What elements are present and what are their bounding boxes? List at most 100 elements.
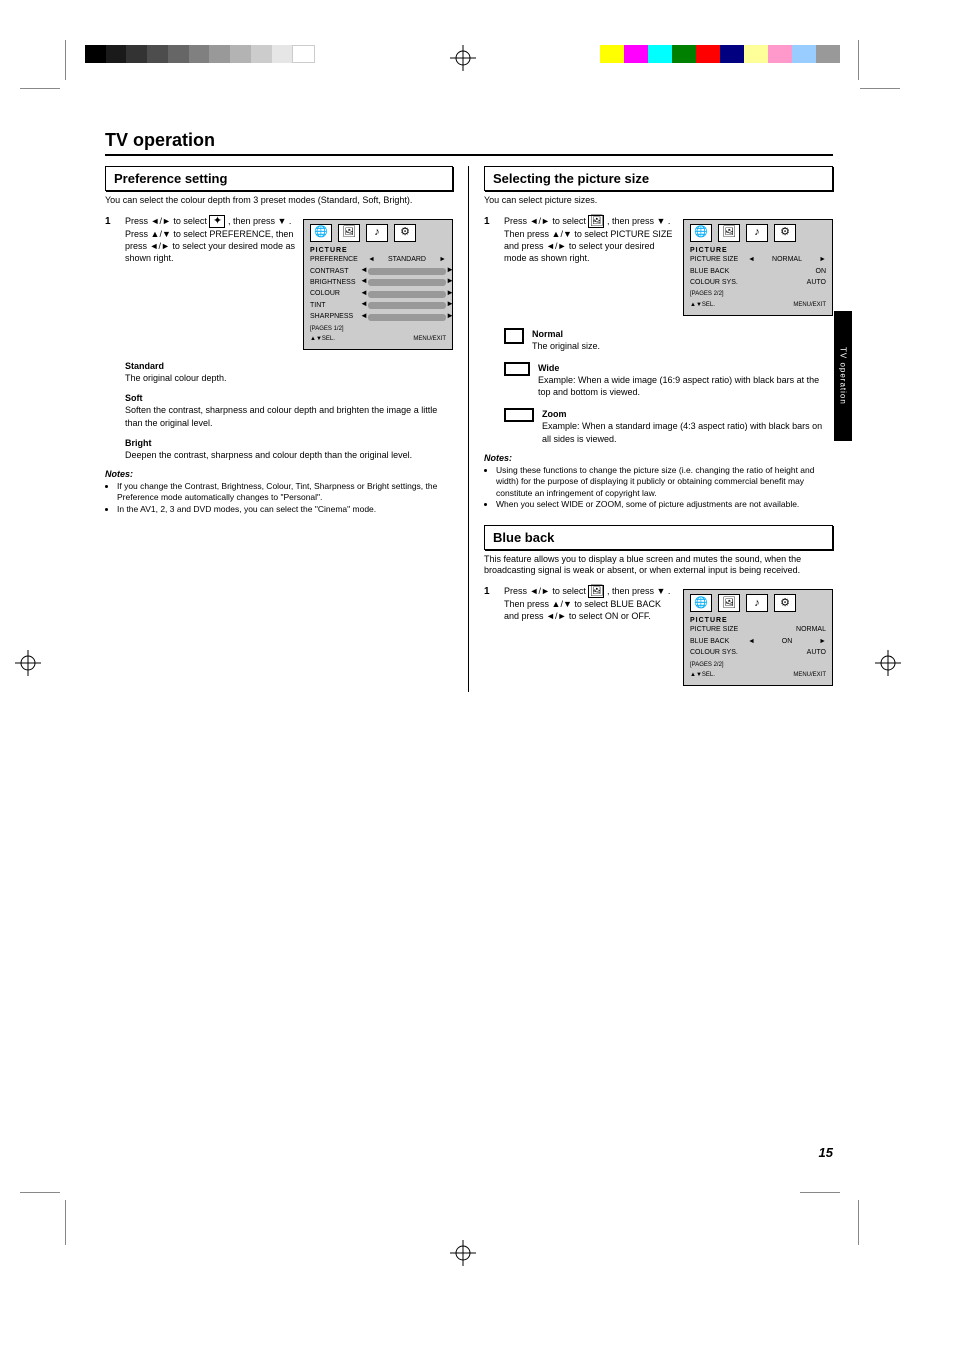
crop-mark xyxy=(20,88,60,89)
notes-list: Using these functions to change the pict… xyxy=(484,465,833,511)
picture-icon: 🖼 xyxy=(718,594,740,612)
left-arrow-icon: ◄ xyxy=(530,216,539,226)
registration-mark-icon xyxy=(450,45,476,71)
notes-list: If you change the Contrast, Brightness, … xyxy=(105,481,453,515)
step-1-blue-back: 1 Press ◄/► to select 🖼 , then press ▼ .… xyxy=(484,585,833,686)
down-arrow-icon: ▼ xyxy=(563,229,572,239)
intro-text: This feature allows you to display a blu… xyxy=(484,554,833,577)
setup-icon: ⚙ xyxy=(774,594,796,612)
osd-pages: [PAGES 1/2] xyxy=(310,325,446,333)
notes-heading: Notes: xyxy=(484,453,833,463)
crop-mark xyxy=(800,1192,840,1193)
aspect-zoom-icon xyxy=(504,408,534,422)
section-heading-blue-back: Blue back xyxy=(484,525,833,550)
crop-mark xyxy=(20,1192,60,1193)
sound-icon: ♪ xyxy=(746,224,768,242)
mode-desc: Soften the contrast, sharpness and colou… xyxy=(125,405,437,427)
note-item: If you change the Contrast, Brightness, … xyxy=(117,481,453,504)
right-arrow-icon: ► xyxy=(557,611,566,621)
crop-mark xyxy=(858,1200,859,1245)
step-body: Press ◄/► to select 🖼 , then press ▼ . T… xyxy=(504,585,833,686)
step-body: Press ◄/► to select 🖼 , then press ▼ . T… xyxy=(504,215,833,445)
crop-mark xyxy=(65,1200,66,1245)
mode-label: Soft xyxy=(125,393,143,403)
setup-icon: ⚙ xyxy=(774,224,796,242)
crop-mark xyxy=(858,40,859,80)
page-title: TV operation xyxy=(105,130,833,156)
osd-title: PICTURE xyxy=(310,246,446,255)
preference-menu-icon: ✦ xyxy=(209,215,225,228)
notes-heading: Notes: xyxy=(105,469,453,479)
osd-pages: [PAGES 2/2] xyxy=(690,661,826,669)
down-arrow-icon: ▼ xyxy=(277,216,286,226)
down-arrow-icon: ▼ xyxy=(656,586,665,596)
left-arrow-icon: ◄ xyxy=(151,216,160,226)
picture-icon: 🖼 xyxy=(338,224,360,242)
registration-mark-icon xyxy=(875,650,901,676)
aspect-normal-icon xyxy=(504,328,524,344)
content-area: TV operation TV operation Preference set… xyxy=(105,130,833,692)
globe-icon: 🌐 xyxy=(690,594,712,612)
right-arrow-icon: ► xyxy=(541,216,550,226)
down-arrow-icon: ▼ xyxy=(162,229,171,239)
left-arrow-icon: ◄ xyxy=(530,586,539,596)
left-arrow-icon: ◄ xyxy=(546,241,555,251)
intro-text: You can select the colour depth from 3 p… xyxy=(105,195,453,207)
mode-label: Normal xyxy=(532,329,563,339)
sound-icon: ♪ xyxy=(366,224,388,242)
left-arrow-icon: ◄ xyxy=(150,241,159,251)
intro-text: You can select picture sizes. xyxy=(484,195,833,207)
side-tab: TV operation xyxy=(834,311,852,441)
mode-label: Bright xyxy=(125,438,152,448)
step-1: 1 Press ◄/► to select 🖼 , then press ▼ .… xyxy=(484,215,833,445)
down-arrow-icon: ▼ xyxy=(656,216,665,226)
mode-label: Zoom xyxy=(542,409,567,419)
globe-icon: 🌐 xyxy=(310,224,332,242)
mode-desc: Deepen the contrast, sharpness and colou… xyxy=(125,450,412,460)
setup-icon: ⚙ xyxy=(394,224,416,242)
osd-preview-picture-size: 🌐 🖼 ♪ ⚙ PICTURE PICTURE SIZE◄NORMAL► BLU… xyxy=(683,219,833,316)
mode-label: Standard xyxy=(125,361,164,371)
up-arrow-icon: ▲ xyxy=(151,229,160,239)
osd-preview-preference: 🌐 🖼 ♪ ⚙ PICTURE PREFERENCE◄STANDARD► CON… xyxy=(303,219,453,350)
step-number: 1 xyxy=(484,585,496,686)
note-item: When you select WIDE or ZOOM, some of pi… xyxy=(496,499,833,510)
osd-title: PICTURE xyxy=(690,246,826,255)
mode-desc: The original colour depth. xyxy=(125,373,227,383)
aspect-wide-icon xyxy=(504,362,530,376)
section-heading-preference: Preference setting xyxy=(105,166,453,191)
note-item: In the AV1, 2, 3 and DVD modes, you can … xyxy=(117,504,453,515)
step-number: 1 xyxy=(484,215,496,445)
crop-mark xyxy=(860,88,900,89)
grayscale-bar xyxy=(85,45,315,63)
up-arrow-icon: ▲ xyxy=(552,599,561,609)
mode-label: Wide xyxy=(538,363,559,373)
page: TV operation TV operation Preference set… xyxy=(0,0,954,1351)
mode-desc: Example: When a wide image (16:9 aspect … xyxy=(538,375,819,397)
picture-menu-icon: 🖼 xyxy=(588,215,604,228)
step-1: 1 Press ◄/► to select ✦ , then press ▼ .… xyxy=(105,215,453,461)
registration-mark-icon xyxy=(450,1240,476,1266)
osd-title: PICTURE xyxy=(690,616,826,625)
left-column: Preference setting You can select the co… xyxy=(105,166,469,692)
osd-preview-blue-back: 🌐 🖼 ♪ ⚙ PICTURE PICTURE SIZENORMAL BLUE … xyxy=(683,589,833,686)
globe-icon: 🌐 xyxy=(690,224,712,242)
registration-mark-icon xyxy=(15,650,41,676)
right-arrow-icon: ► xyxy=(541,586,550,596)
color-bar xyxy=(600,45,840,63)
left-arrow-icon: ◄ xyxy=(546,611,555,621)
crop-mark xyxy=(65,40,66,80)
right-column: Selecting the picture size You can selec… xyxy=(469,166,833,692)
picture-icon: 🖼 xyxy=(718,224,740,242)
osd-pages: [PAGES 2/2] xyxy=(690,290,826,298)
up-arrow-icon: ▲ xyxy=(552,229,561,239)
down-arrow-icon: ▼ xyxy=(563,599,572,609)
mode-desc: Example: When a standard image (4:3 aspe… xyxy=(542,421,822,443)
picture-menu-icon: 🖼 xyxy=(588,585,604,598)
step-body: Press ◄/► to select ✦ , then press ▼ . P… xyxy=(125,215,453,461)
sound-icon: ♪ xyxy=(746,594,768,612)
right-arrow-icon: ► xyxy=(557,241,566,251)
right-arrow-icon: ► xyxy=(161,241,170,251)
step-number: 1 xyxy=(105,215,117,461)
page-number: 15 xyxy=(819,1145,833,1160)
